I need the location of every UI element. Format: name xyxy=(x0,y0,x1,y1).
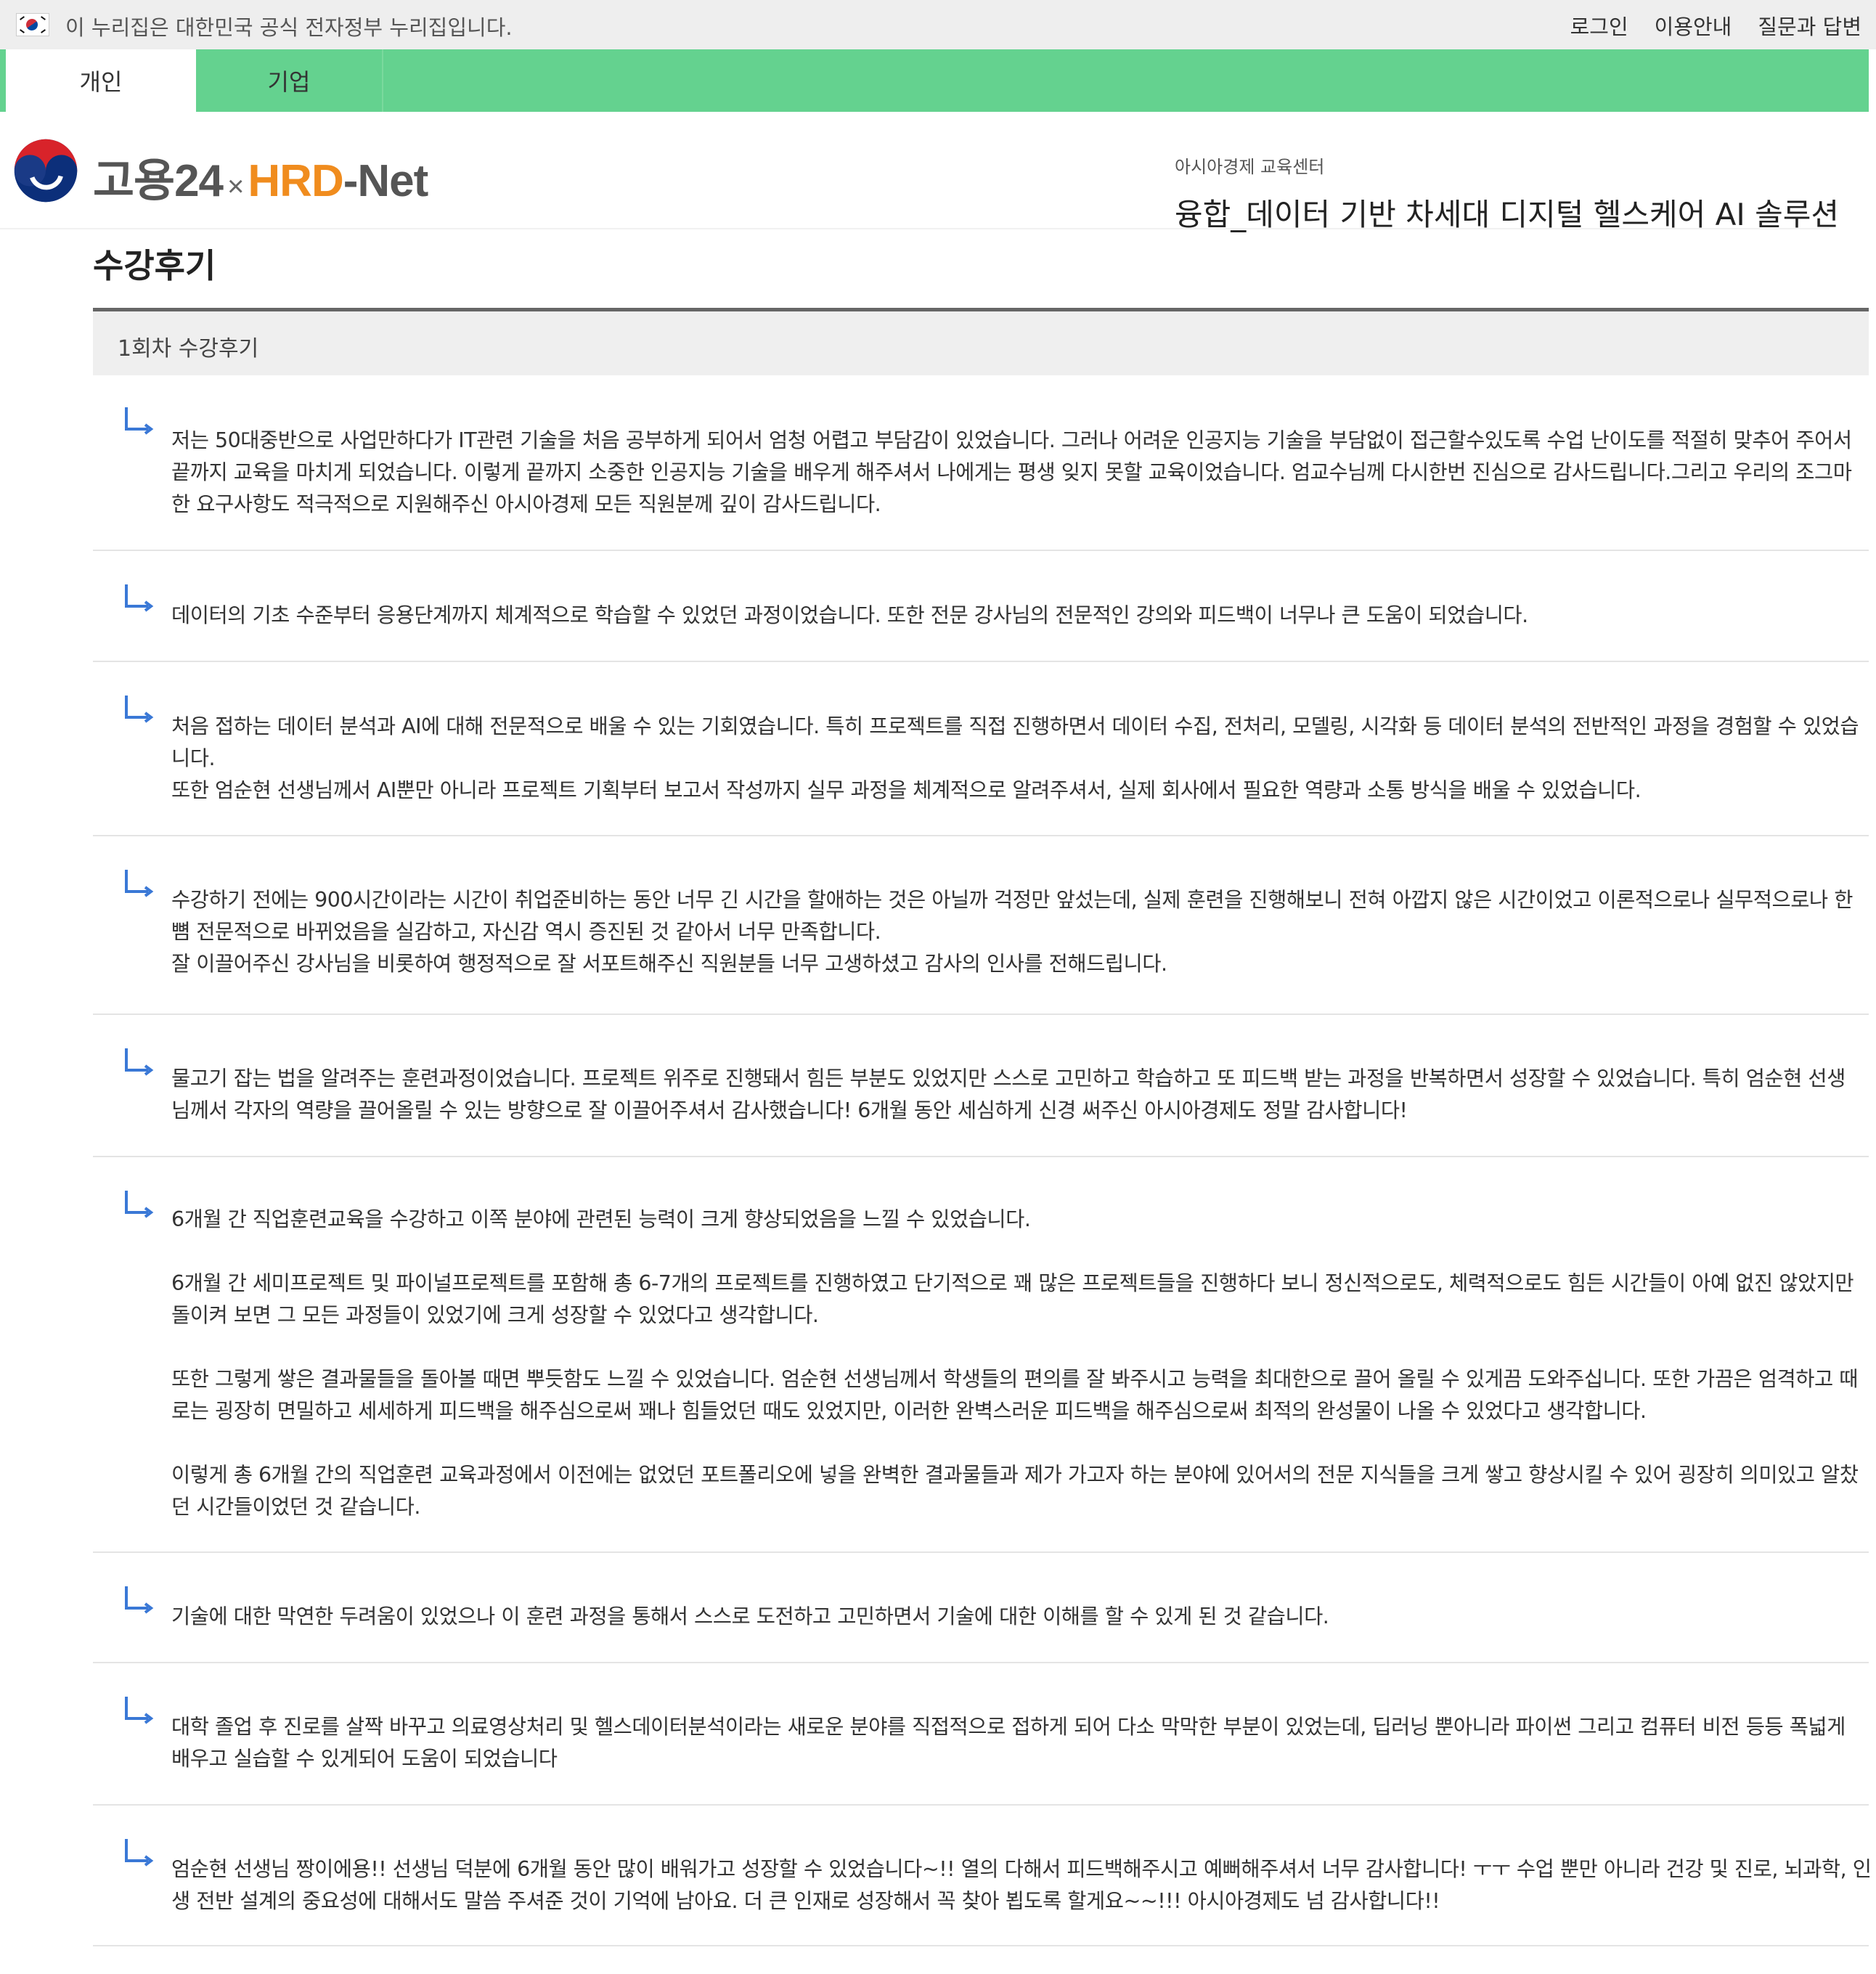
review-text: 수강하기 전에는 900시간이라는 시간이 취업준비하는 동안 너무 긴 시간을… xyxy=(171,888,1853,976)
tab-personal[interactable]: 개인 xyxy=(0,49,196,112)
korean-flag-icon xyxy=(16,13,49,36)
review-text: 물고기 잡는 법을 알려주는 훈련과정이었습니다. 프로젝트 위주로 진행돼서 … xyxy=(171,1066,1846,1122)
review-item: 데이터의 기초 수준부터 응용단계까지 체계적으로 학습할 수 있었던 과정이었… xyxy=(93,551,1869,662)
review-text: 기술에 대한 막연한 두려움이 있었으나 이 훈련 과정을 통해서 스스로 도전… xyxy=(171,1604,1329,1628)
logo-wordmark: 고용24 ×HRD-Net xyxy=(93,156,428,206)
header-divider xyxy=(0,228,1830,229)
qna-link[interactable]: 질문과 답변 xyxy=(1758,10,1861,41)
reply-arrow-icon xyxy=(125,1191,154,1218)
review-item: 저는 50대중반으로 사업만하다가 IT관련 기술을 처음 공부하게 되어서 엄… xyxy=(93,375,1869,551)
reply-arrow-icon xyxy=(125,1839,154,1867)
review-item: 물고기 잡는 법을 알려주는 훈련과정이었습니다. 프로젝트 위주로 진행돼서 … xyxy=(93,1015,1869,1157)
reply-arrow-icon xyxy=(125,1586,154,1614)
reply-arrow-icon xyxy=(125,696,154,723)
guide-link[interactable]: 이용안내 xyxy=(1655,10,1732,41)
review-text: 대학 졸업 후 진로를 살짝 바꾸고 의료영상처리 및 헬스데이터분석이라는 새… xyxy=(171,1715,1846,1771)
gov-banner: 이 누리집은 대한민국 공식 전자정부 누리집입니다. 로그인 이용안내 질문과… xyxy=(0,0,1876,49)
review-item: 6개월 간 직업훈련교육을 수강하고 이쪽 분야에 관련된 능력이 크게 향상되… xyxy=(93,1157,1869,1553)
review-text: 처음 접하는 데이터 분석과 AI에 대해 전문적으로 배울 수 있는 기회였습… xyxy=(171,714,1859,802)
page-title: 수강후기 xyxy=(93,246,216,285)
institution-name: 아시아경제 교육센터 xyxy=(1175,157,1325,177)
reply-arrow-icon xyxy=(125,1048,154,1076)
review-item: 엄순현 선생님 짱이에용!! 선생님 덕분에 6개월 동안 많이 배워가고 성장… xyxy=(93,1806,1872,1946)
tab-business[interactable]: 기업 xyxy=(196,49,383,112)
review-item: 처음 접하는 데이터 분석과 AI에 대해 전문적으로 배울 수 있는 기회였습… xyxy=(93,662,1869,836)
reply-arrow-icon xyxy=(125,1697,154,1724)
reply-arrow-icon xyxy=(125,870,154,897)
review-item: 대학 졸업 후 진로를 살짝 바꾸고 의료영상처리 및 헬스데이터분석이라는 새… xyxy=(93,1663,1869,1806)
government-emblem-icon xyxy=(14,139,78,203)
section-header: 1회차 수강후기 xyxy=(93,311,1869,375)
reply-arrow-icon xyxy=(125,407,154,435)
review-text: 엄순현 선생님 짱이에용!! 선생님 덕분에 6개월 동안 많이 배워가고 성장… xyxy=(171,1857,1872,1913)
review-item: 수강하기 전에는 900시간이라는 시간이 취업준비하는 동안 너무 긴 시간을… xyxy=(93,836,1869,1015)
login-link[interactable]: 로그인 xyxy=(1570,10,1628,41)
review-text: 저는 50대중반으로 사업만하다가 IT관련 기술을 처음 공부하게 되어서 엄… xyxy=(171,428,1852,516)
utility-links: 로그인 이용안내 질문과 답변 xyxy=(1544,10,1861,41)
reply-arrow-icon xyxy=(125,584,154,612)
section-title: 1회차 수강후기 xyxy=(118,336,259,362)
review-text: 데이터의 기초 수준부터 응용단계까지 체계적으로 학습할 수 있었던 과정이었… xyxy=(171,603,1528,627)
review-text: 6개월 간 직업훈련교육을 수강하고 이쪽 분야에 관련된 능력이 크게 향상되… xyxy=(171,1207,1859,1519)
gov-notice: 이 누리집은 대한민국 공식 전자정부 누리집입니다. xyxy=(65,15,513,40)
user-type-tabbar: 개인 기업 xyxy=(0,49,1869,112)
review-item: 기술에 대한 막연한 두려움이 있었으나 이 훈련 과정을 통해서 스스로 도전… xyxy=(93,1553,1869,1663)
